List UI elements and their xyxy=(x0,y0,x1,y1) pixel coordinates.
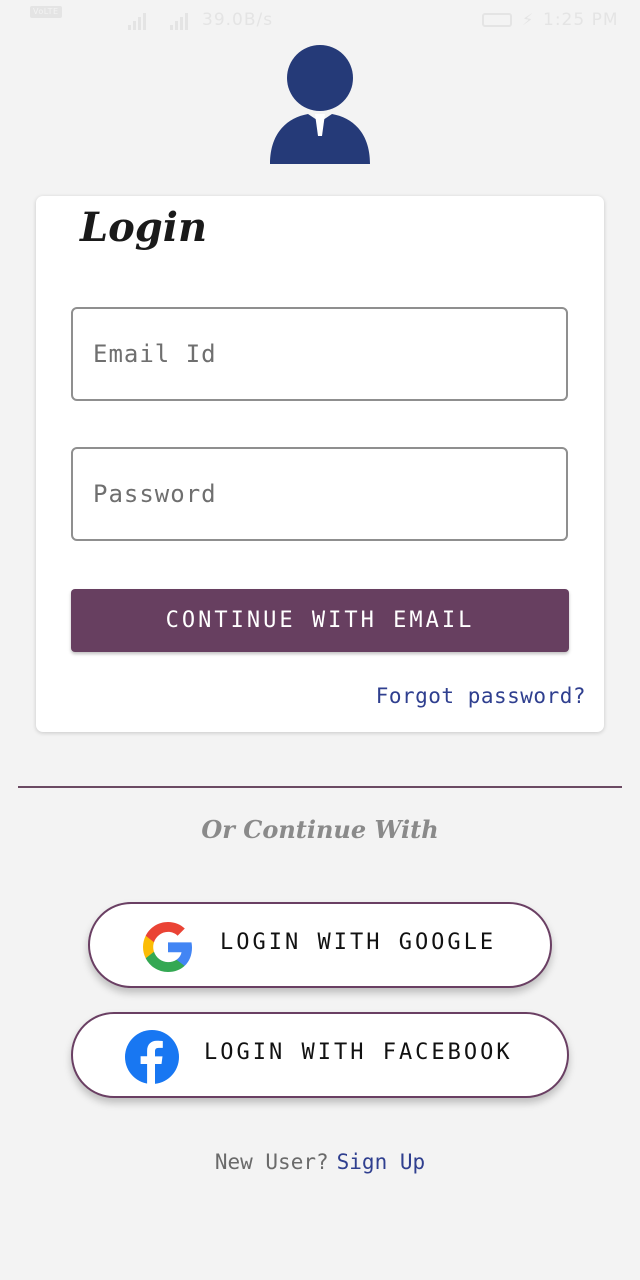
divider xyxy=(18,786,622,788)
continue-with-email-button[interactable]: CONTINUE WITH EMAIL xyxy=(71,589,569,652)
signal-strength-icon xyxy=(128,12,146,30)
sign-up-link[interactable]: Sign Up xyxy=(337,1150,426,1174)
login-title: Login xyxy=(80,204,208,251)
email-field[interactable] xyxy=(71,307,568,401)
volte-badge: VoLTE xyxy=(30,6,62,18)
battery-icon xyxy=(482,13,512,27)
facebook-logo-icon xyxy=(124,1029,180,1085)
charging-icon: ⚡ xyxy=(522,10,534,29)
signal-strength-icon-2 xyxy=(170,12,188,30)
carrier-info: VoLTE xyxy=(26,6,62,18)
status-bar: VoLTE 39.0B/s ⚡ 1:25 PM xyxy=(0,0,640,40)
google-logo-icon xyxy=(140,919,196,975)
login-with-google-button[interactable]: LOGIN WITH GOOGLE xyxy=(88,902,552,988)
network-speed: 39.0B/s xyxy=(202,10,274,30)
login-screen: VoLTE 39.0B/s ⚡ 1:25 PM Login CONTINUE W… xyxy=(0,0,640,1280)
login-with-facebook-button[interactable]: LOGIN WITH FACEBOOK xyxy=(71,1012,569,1098)
forgot-password-link[interactable]: Forgot password? xyxy=(376,684,586,708)
signup-row: New User? Sign Up xyxy=(0,1150,640,1174)
status-clock: 1:25 PM xyxy=(543,10,619,30)
login-card: Login CONTINUE WITH EMAIL Forgot passwor… xyxy=(36,196,604,732)
password-field[interactable] xyxy=(71,447,568,541)
facebook-button-label: LOGIN WITH FACEBOOK xyxy=(204,1040,513,1065)
new-user-text: New User? xyxy=(214,1150,329,1174)
user-avatar-icon xyxy=(268,44,372,166)
google-button-label: LOGIN WITH GOOGLE xyxy=(220,930,497,955)
or-continue-with-text: Or Continue With xyxy=(201,815,439,844)
